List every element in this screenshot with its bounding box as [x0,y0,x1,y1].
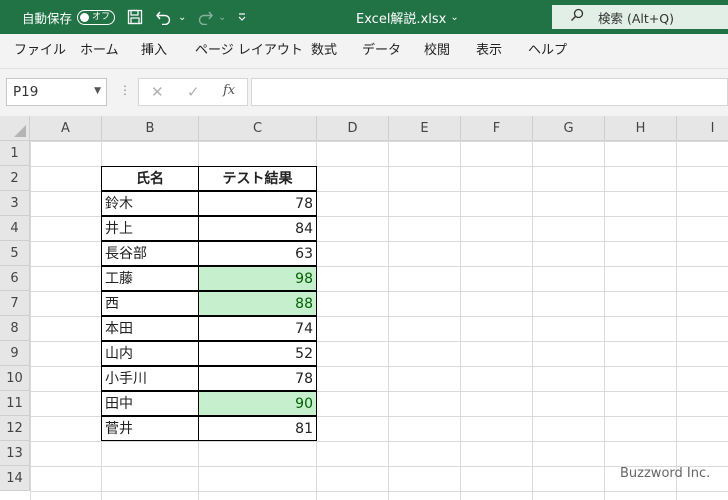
tab-view[interactable]: 表示 [476,34,502,68]
cell-score[interactable]: 90 [198,391,317,416]
tab-file[interactable]: ファイル [14,34,66,68]
cell-score[interactable]: 78 [198,366,317,391]
save-icon[interactable] [127,0,143,34]
row-header-12[interactable]: 12 [0,416,30,441]
cell-name[interactable]: 小手川 [101,366,199,391]
cell-name[interactable]: 山内 [101,341,199,366]
tab-insert[interactable]: 挿入 [141,34,167,68]
cell-score[interactable]: 81 [198,416,317,441]
row-header-8[interactable]: 8 [0,316,30,341]
column-header-a[interactable]: A [30,116,102,141]
header-cell-name[interactable]: 氏名 [101,166,199,191]
cell-name[interactable]: 長谷部 [101,241,199,266]
row-header-2[interactable]: 2 [0,166,30,191]
gridline [388,141,389,500]
row-header-7[interactable]: 7 [0,291,30,316]
formula-tools: ✕ ✓ fx [138,78,248,106]
document-title[interactable]: Excel解説.xlsx ⌄ [356,0,459,34]
row-header-5[interactable]: 5 [0,241,30,266]
search-box[interactable]: 検索 (Alt+Q) [552,5,728,29]
gridline [676,141,677,500]
column-header-d[interactable]: D [317,116,389,141]
formula-input[interactable] [251,78,728,106]
name-box[interactable]: P19 ▼ [6,78,107,106]
redo-icon[interactable] [196,0,214,34]
search-icon [570,8,584,26]
cell-name[interactable]: 工藤 [101,266,199,291]
name-box-value: P19 [13,84,39,100]
select-all-button[interactable] [0,116,30,141]
customize-toolbar-icon[interactable] [237,0,247,34]
cell-score[interactable]: 78 [198,191,317,216]
cell-score[interactable]: 84 [198,216,317,241]
watermark: Buzzword Inc. [620,466,711,481]
row-header-1[interactable]: 1 [0,141,30,166]
column-header-i[interactable]: I [677,116,728,141]
title-bar: 自動保存 オフ ⌄ ⌄ Excel解説.xlsx ⌄ 検索 (Alt+Q) [0,0,728,34]
check-icon[interactable]: ✓ [187,83,200,101]
column-header-f[interactable]: F [461,116,533,141]
tab-home[interactable]: ホーム [80,34,119,68]
cell-score[interactable]: 74 [198,316,317,341]
row-header-6[interactable]: 6 [0,266,30,291]
formula-bar: P19 ▼ ⋮ ✕ ✓ fx [0,68,728,116]
header-cell-score[interactable]: テスト結果 [198,166,317,191]
insert-function-icon[interactable]: fx [223,83,235,98]
caret-down-icon[interactable]: ▼ [94,86,101,96]
toggle-knob [80,13,89,22]
row-header-11[interactable]: 11 [0,391,30,416]
cell-name[interactable]: 本田 [101,316,199,341]
select-all-triangle-icon [14,125,26,137]
gridline [460,141,461,500]
row-header-3[interactable]: 3 [0,191,30,216]
more-icon[interactable]: ⋮ [119,83,131,97]
ribbon-tabs: ファイル ホーム 挿入 ページ レイアウト 数式 データ 校閲 表示 ヘルプ [0,34,728,68]
column-header-e[interactable]: E [389,116,461,141]
tab-data[interactable]: データ [362,34,401,68]
cell-score[interactable]: 63 [198,241,317,266]
cell-name[interactable]: 井上 [101,216,199,241]
filename-text: Excel解説.xlsx [356,11,447,27]
tab-review[interactable]: 校閲 [424,34,450,68]
search-placeholder: 検索 (Alt+Q) [598,10,674,26]
cancel-icon[interactable]: ✕ [151,83,164,101]
row-header-4[interactable]: 4 [0,216,30,241]
autosave-state: オフ [92,12,111,22]
cell-name[interactable]: 西 [101,291,199,316]
redo-dropdown-icon[interactable]: ⌄ [218,0,226,34]
row-header-13[interactable]: 13 [0,441,30,466]
autosave-toggle[interactable]: オフ [77,10,115,25]
tab-page-layout[interactable]: ページ レイアウト [195,34,303,68]
column-header-b[interactable]: B [102,116,199,141]
column-header-g[interactable]: G [533,116,605,141]
row-header-10[interactable]: 10 [0,366,30,391]
undo-icon[interactable] [155,0,173,34]
row-header-9[interactable]: 9 [0,341,30,366]
gridline [532,141,533,500]
autosave-label: 自動保存 [22,10,73,26]
column-header-c[interactable]: C [199,116,317,141]
cell-score[interactable]: 52 [198,341,317,366]
cell-score[interactable]: 98 [198,266,317,291]
gridline [604,141,605,500]
undo-dropdown-icon[interactable]: ⌄ [178,0,186,34]
cell-name[interactable]: 鈴木 [101,191,199,216]
tab-help[interactable]: ヘルプ [528,34,567,68]
cell-name[interactable]: 田中 [101,391,199,416]
chevron-down-icon: ⌄ [450,11,459,23]
column-header-h[interactable]: H [605,116,677,141]
cell-score[interactable]: 88 [198,291,317,316]
row-header-14[interactable]: 14 [0,466,30,491]
cell-name[interactable]: 菅井 [101,416,199,441]
tab-formulas[interactable]: 数式 [311,34,337,68]
